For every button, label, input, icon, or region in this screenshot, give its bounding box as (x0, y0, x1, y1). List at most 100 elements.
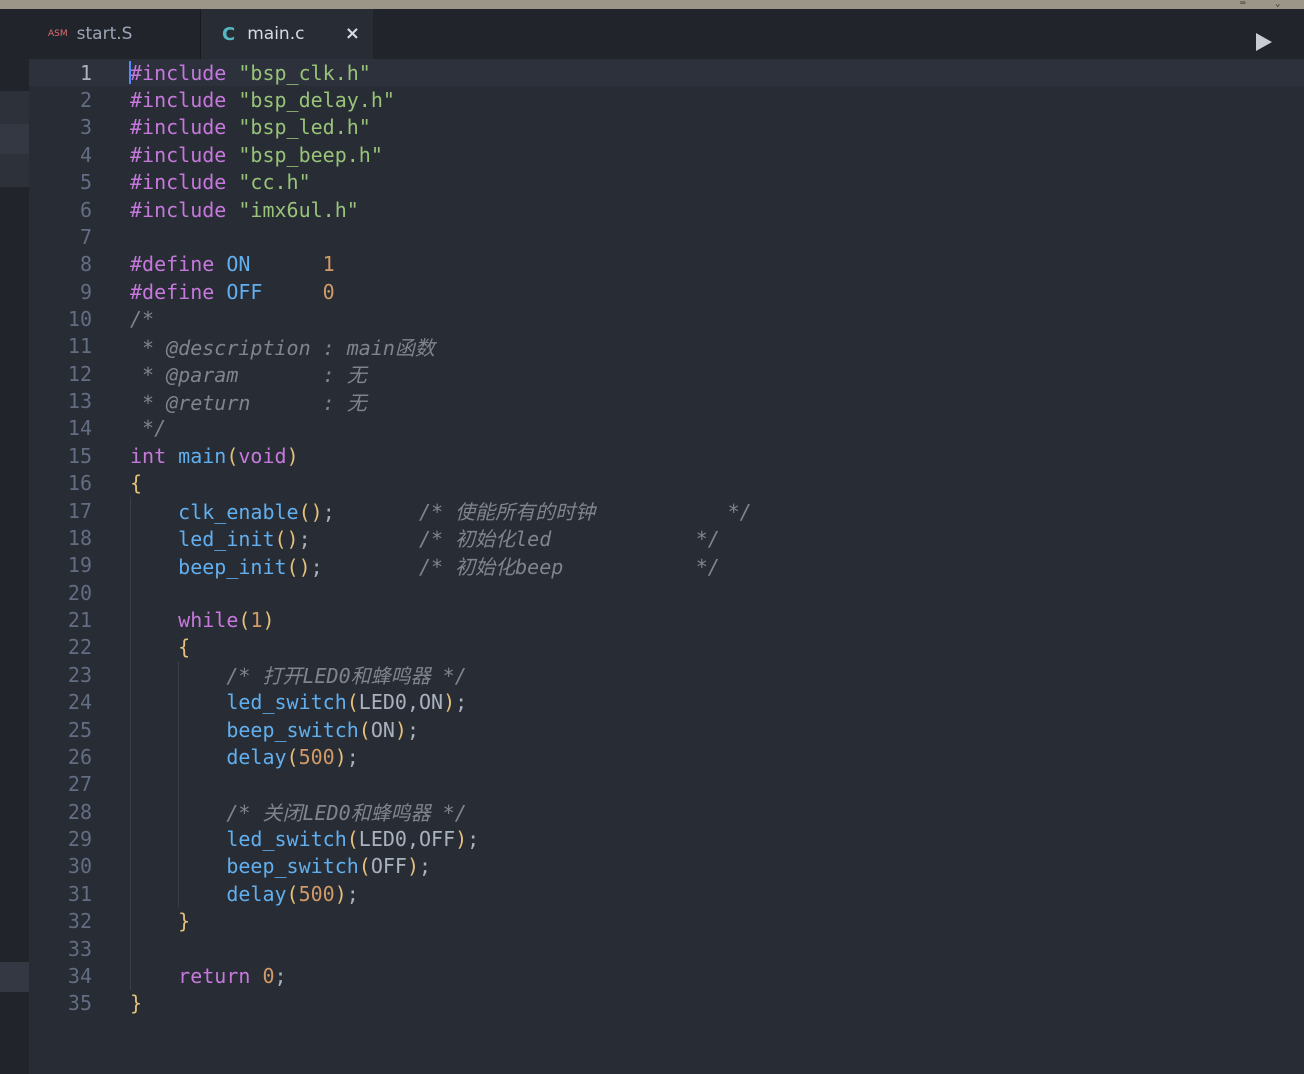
code-line[interactable]: 21 while(1) (29, 606, 1304, 633)
window-top-strip: ⌨ ⌄ (0, 0, 1304, 9)
code-line[interactable]: 7 (29, 223, 1304, 250)
code-token: LED0,ON (358, 690, 444, 715)
code-text: /* 关闭LED0和蜂鸣器 */ (130, 797, 466, 826)
code-line[interactable]: 18 led_init(); /* 初始化led */ (29, 524, 1304, 552)
line-number: 6 (79, 197, 92, 222)
line-number: 10 (67, 307, 92, 331)
code-token: LED0,OFF (358, 827, 456, 852)
code-line[interactable]: 3 #include "bsp_led.h" (29, 114, 1304, 141)
code-token: ( (358, 717, 371, 742)
code-token: OFF (370, 854, 407, 879)
line-number: 2 (79, 88, 92, 113)
code-line[interactable]: 20 (29, 579, 1304, 606)
code-line[interactable]: 30 beep_switch(OFF); (29, 853, 1304, 880)
code-line[interactable]: 33 (29, 935, 1304, 962)
text-cursor (129, 61, 131, 84)
code-text: return 0; (130, 963, 286, 988)
line-number: 32 (67, 909, 92, 934)
code-text: while(1) (130, 608, 274, 632)
code-line[interactable]: 26 delay(500); (29, 743, 1304, 770)
code-token: 500 (298, 744, 335, 769)
code-token: #include (130, 60, 239, 85)
code-line[interactable]: 13 * @return : 无 (29, 387, 1304, 415)
keyboard-icon[interactable]: ⌨ (1240, 0, 1245, 9)
code-line[interactable]: 19 beep_init(); /* 初始化beep */ (29, 552, 1304, 579)
code-text: led_switch(LED0,OFF); (130, 827, 479, 851)
code-token: ( (286, 881, 299, 906)
code-token: void (238, 443, 287, 468)
code-token: ( (226, 443, 239, 468)
line-number: 18 (67, 525, 92, 550)
code-line[interactable]: 22 { (29, 634, 1304, 661)
code-line[interactable]: 31 delay(500); (29, 880, 1304, 907)
code-token: #define (130, 279, 227, 304)
code-token: /* 使能所有的时钟 */ (419, 500, 752, 525)
code-line[interactable]: 27 (29, 771, 1304, 798)
line-number: 11 (67, 334, 92, 359)
tab-label: main.c (247, 24, 305, 44)
code-token: ( (286, 744, 299, 769)
line-number: 23 (67, 662, 92, 687)
close-icon[interactable]: × (345, 23, 360, 44)
code-text: led_switch(LED0,ON); (130, 690, 467, 714)
asm-file-icon: ASM (48, 29, 68, 39)
code-line[interactable]: 5 #include "cc.h" (29, 168, 1304, 195)
code-token: 0 (262, 963, 275, 988)
code-token: #include (130, 142, 239, 167)
line-number: 4 (79, 142, 92, 167)
code-text: { (130, 471, 142, 495)
line-number: 3 (79, 115, 92, 140)
code-line[interactable]: 2 #include "bsp_delay.h" (29, 86, 1304, 113)
line-number: 19 (67, 553, 92, 578)
code-line[interactable]: 32 } (29, 907, 1304, 934)
code-text: #include "bsp_led.h" (130, 115, 371, 139)
code-line[interactable]: 28 /* 关闭LED0和蜂鸣器 */ (29, 797, 1304, 826)
code-line[interactable]: 4 #include "bsp_beep.h" (29, 141, 1304, 168)
code-line[interactable]: 24 led_switch(LED0,ON); (29, 689, 1304, 716)
code-line[interactable]: 35} (29, 990, 1304, 1017)
line-number: 29 (67, 827, 92, 852)
code-line[interactable]: 8 #define ON 1 (29, 251, 1304, 278)
code-line[interactable]: 17 clk_enable(); /* 使能所有的时钟 */ (29, 497, 1304, 525)
code-token: ; (346, 881, 359, 906)
code-token: ON (370, 717, 395, 742)
code-line[interactable]: 15 int main(void) (29, 442, 1304, 469)
line-number: 31 (67, 881, 92, 906)
code-text: #define OFF 0 (130, 280, 335, 304)
chevron-down-icon[interactable]: ⌄ (1275, 0, 1280, 9)
code-line[interactable]: 10 /* (29, 305, 1304, 332)
code-editor[interactable]: 1 #include "bsp_clk.h" 2 #include "bsp_dela… (29, 59, 1304, 1074)
code-line[interactable]: 9 #define OFF 0 (29, 278, 1304, 305)
code-line[interactable]: 11 * @description : main函数 (29, 333, 1304, 360)
code-line[interactable]: 6 #include "imx6ul.h" (29, 196, 1304, 223)
code-text: #define ON 1 (130, 252, 335, 276)
line-number: 17 (67, 498, 92, 523)
code-text: delay(500); (130, 881, 359, 906)
code-line[interactable]: 16 { (29, 470, 1304, 497)
code-line[interactable]: 23 /* 打开LED0和蜂鸣器 */ (29, 660, 1304, 689)
code-line[interactable]: 1 #include "bsp_clk.h" (29, 59, 1304, 87)
tab-start-s[interactable]: ASM start.S (0, 9, 201, 59)
code-token: ) (406, 854, 419, 879)
code-line[interactable]: 14 */ (29, 415, 1304, 442)
code-token: #include (130, 170, 239, 195)
code-token: { (178, 635, 191, 660)
code-token: 500 (298, 881, 335, 906)
code-token: } (130, 991, 143, 1016)
code-text: { (130, 635, 190, 659)
code-text: /* 打开LED0和蜂鸣器 */ (130, 660, 466, 689)
code-line[interactable]: 25 beep_switch(ON); (29, 716, 1304, 743)
code-line[interactable]: 29 led_switch(LED0,OFF); (29, 825, 1304, 852)
tab-main-c[interactable]: C main.c × (201, 9, 373, 59)
code-line[interactable]: 12 * @param : 无 (29, 360, 1304, 388)
run-icon[interactable] (1256, 33, 1272, 51)
code-text: int main(void) (130, 444, 299, 468)
code-token: ; (406, 717, 420, 742)
panel-block (0, 91, 29, 124)
line-number: 33 (67, 936, 92, 961)
code-line[interactable]: 34 return 0; (29, 962, 1304, 989)
